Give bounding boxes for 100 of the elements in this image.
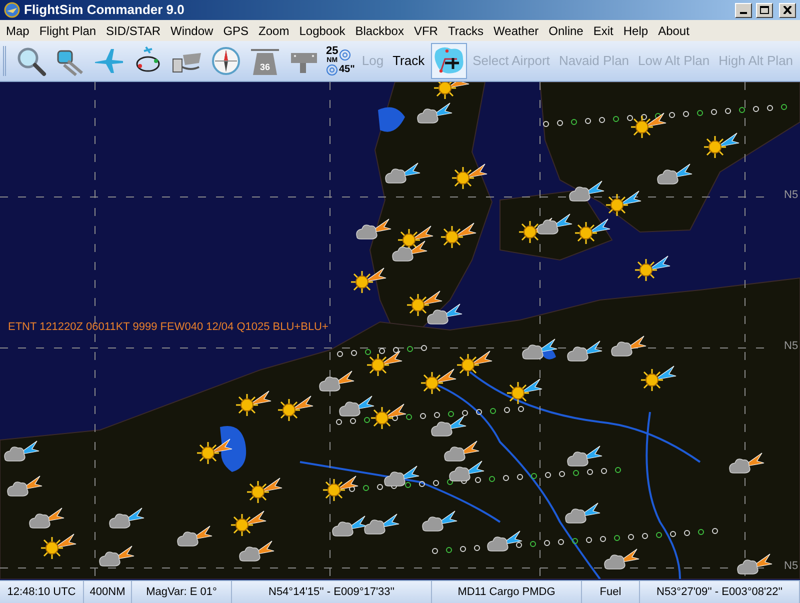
airport-marker-icon	[711, 109, 717, 115]
weather-symbol-icon	[4, 440, 40, 462]
airport-marker-icon	[587, 469, 593, 475]
weather-symbol-icon	[444, 440, 480, 462]
weather-symbol-icon	[350, 268, 386, 294]
airport-marker-icon	[712, 528, 718, 534]
menu-item[interactable]: SID/STAR	[101, 20, 166, 41]
weather-symbol-icon	[487, 530, 522, 552]
airport-marker-icon	[462, 410, 468, 416]
airport-marker-icon	[586, 537, 592, 543]
airport-marker-icon	[698, 529, 704, 535]
airport-marker-icon	[684, 530, 690, 536]
airport-marker-icon	[379, 348, 385, 354]
airport-marker-icon	[489, 476, 495, 482]
airport-marker-icon	[656, 532, 662, 538]
weather-symbol-icon	[433, 82, 470, 100]
close-icon	[783, 6, 792, 14]
weather-symbol-icon	[630, 112, 666, 139]
airport-marker-icon	[543, 121, 549, 127]
weather-symbol-icon	[370, 404, 406, 430]
menu-item[interactable]: Zoom	[254, 20, 294, 41]
menu-item[interactable]: Window	[166, 20, 218, 41]
airport-marker-icon	[461, 478, 467, 484]
weather-symbol-icon	[406, 290, 442, 317]
menu-item[interactable]: GPS	[218, 20, 254, 41]
menu-item[interactable]: VFR	[408, 20, 443, 41]
menu-item[interactable]: Blackbox	[350, 20, 409, 41]
weather-symbol-icon	[277, 396, 314, 422]
weather-symbol-icon	[634, 256, 670, 282]
menu-item[interactable]: Logbook	[294, 20, 350, 41]
menu-item[interactable]: Map	[1, 20, 34, 41]
airport-marker-icon	[739, 107, 745, 113]
airport-marker-icon	[615, 467, 621, 473]
airport-marker-icon	[350, 418, 356, 424]
airport-marker-icon	[516, 542, 522, 548]
weather-symbol-icon	[239, 540, 274, 562]
weather-symbol-icon	[567, 340, 602, 362]
airport-marker-icon	[781, 104, 787, 110]
weather-symbol-icon	[364, 514, 400, 534]
flight-plan-map-icon[interactable]	[430, 43, 467, 79]
menu-item[interactable]: Exit	[588, 20, 618, 41]
airport-marker-icon	[753, 106, 759, 112]
grid-label: N5	[784, 561, 798, 572]
weather-symbol-icon	[522, 338, 558, 360]
airport-marker-icon	[407, 346, 413, 352]
lake	[378, 107, 405, 132]
airport-marker-icon	[531, 473, 537, 479]
airport-marker-icon	[475, 477, 481, 483]
airport-marker-icon	[420, 413, 426, 419]
airport-marker-icon	[349, 486, 355, 492]
airport-marker-icon	[669, 112, 675, 118]
menu-item[interactable]: About	[653, 20, 694, 41]
airport-marker-icon	[448, 411, 454, 417]
menu-item[interactable]: Help	[618, 20, 654, 41]
menu-item[interactable]: Flight Plan	[34, 20, 102, 41]
weather-symbol-icon	[611, 336, 646, 356]
metar-label: ETNT 121220Z 06011KT 9999 FEW040 12/04 Q1025 BLU+BLU+	[8, 320, 328, 335]
airport-marker-icon	[627, 115, 633, 121]
weather-symbol-icon	[196, 438, 232, 465]
airport-marker-icon	[377, 484, 383, 490]
weather-symbol-icon	[569, 180, 604, 202]
toolbar-text-button[interactable]: Track	[390, 51, 428, 71]
weather-symbol-icon	[657, 164, 692, 184]
weather-symbol-icon	[449, 460, 484, 482]
weather-symbol-icon	[385, 162, 420, 184]
airport-marker-icon	[601, 468, 607, 474]
airport-marker-icon	[613, 116, 619, 122]
airport-marker-icon	[351, 350, 357, 356]
minimize-button[interactable]	[735, 2, 752, 18]
weather-symbol-icon	[640, 366, 676, 392]
weather-symbol-icon	[574, 218, 610, 245]
status-field: MagVar: E 01°	[132, 581, 232, 603]
airport-marker-icon	[517, 474, 523, 480]
airport-marker-icon	[419, 481, 425, 487]
airport-marker-icon	[460, 546, 466, 552]
airport-marker-icon	[559, 471, 565, 477]
airport-marker-icon	[433, 480, 439, 486]
weather-symbol-icon	[392, 240, 428, 262]
weather-symbol-icon	[366, 350, 402, 377]
airport-marker-icon	[364, 417, 370, 423]
airport-marker-icon	[365, 349, 371, 355]
airport-marker-icon	[600, 536, 606, 542]
airport-marker-icon	[392, 415, 398, 421]
menu-item[interactable]: Weather	[488, 20, 544, 41]
menu-item[interactable]: Tracks	[442, 20, 489, 41]
weather-symbol-icon	[417, 102, 452, 124]
maximize-button[interactable]	[756, 2, 773, 18]
airport-marker-icon	[421, 345, 427, 351]
airport-marker-icon	[405, 482, 411, 488]
airport-marker-icon	[518, 406, 524, 412]
weather-symbol-icon	[319, 370, 354, 392]
weather-symbol-icon	[451, 164, 488, 190]
menu-item[interactable]: Online	[544, 20, 588, 41]
airport-marker-icon	[557, 120, 563, 126]
close-button[interactable]	[779, 2, 796, 18]
weather-symbol-icon	[177, 526, 212, 546]
app-logo-icon	[4, 2, 20, 18]
weather-symbol-icon	[537, 214, 572, 234]
airport-marker-icon	[599, 117, 605, 123]
weather-symbol-icon	[427, 304, 462, 324]
